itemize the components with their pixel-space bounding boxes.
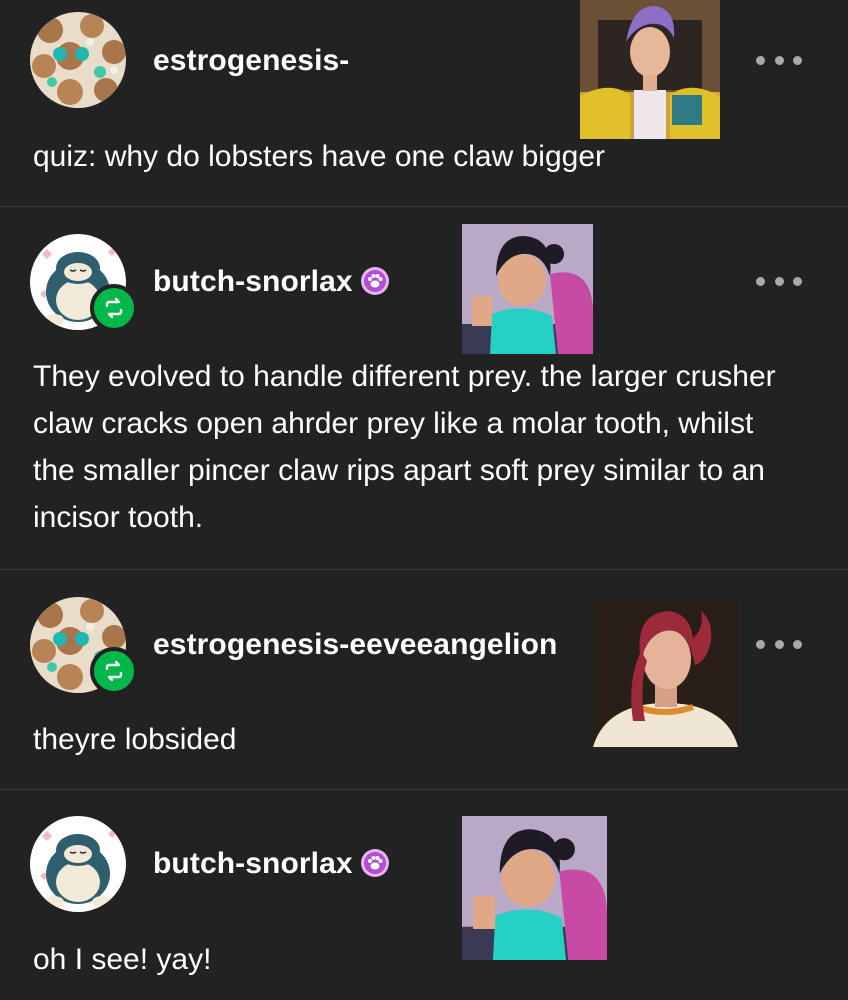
paw-badge[interactable] bbox=[360, 849, 389, 878]
username-text[interactable]: butch-snorlax bbox=[153, 847, 353, 880]
username[interactable]: estrogenesis- bbox=[153, 44, 349, 78]
dot bbox=[774, 639, 784, 649]
dot bbox=[756, 55, 765, 65]
post-text: quiz: why do lobsters have one claw bigg… bbox=[33, 140, 605, 173]
reblog-thread: estrogenesis- quiz: why do lobsters have… bbox=[0, 0, 848, 1000]
reblog-icon bbox=[105, 660, 123, 682]
post-1: estrogenesis- quiz: why do lobsters have… bbox=[0, 0, 848, 207]
more-horizontal-icon[interactable] bbox=[756, 632, 802, 656]
paw-icon bbox=[363, 270, 386, 293]
post-2: butch-snorlax They evolved to handle dif… bbox=[0, 207, 848, 570]
dot bbox=[793, 55, 802, 65]
avatar-wrap[interactable] bbox=[30, 12, 126, 108]
username[interactable]: butch-snorlax bbox=[153, 265, 389, 299]
post-4: butch-snorlax oh I see! yay! bbox=[0, 790, 848, 1000]
dot bbox=[756, 276, 765, 286]
snorlax-avatar[interactable] bbox=[30, 816, 126, 912]
username[interactable]: butch-snorlax bbox=[153, 847, 389, 881]
reblog-badge bbox=[90, 284, 138, 332]
reblog-icon bbox=[105, 297, 123, 319]
post-text: theyre lobsided bbox=[33, 723, 237, 756]
dark-hair-character-sticker bbox=[462, 224, 593, 354]
paw-badge[interactable] bbox=[360, 267, 389, 296]
post-text: They evolved to handle different prey. t… bbox=[33, 360, 776, 534]
avatar-wrap[interactable] bbox=[30, 597, 138, 695]
reblog-badge bbox=[90, 647, 138, 695]
dot bbox=[793, 639, 802, 649]
more-horizontal-icon[interactable] bbox=[756, 269, 802, 293]
avatar-wrap[interactable] bbox=[30, 234, 138, 332]
purple-hair-character-sticker bbox=[580, 0, 720, 139]
avatar-wrap[interactable] bbox=[30, 816, 126, 912]
dot bbox=[774, 276, 784, 286]
paw-icon bbox=[363, 852, 386, 875]
username[interactable]: estrogenesis-eeveeangelion bbox=[153, 628, 557, 662]
eevee-pattern-avatar[interactable] bbox=[30, 12, 126, 108]
post-text: oh I see! yay! bbox=[33, 943, 212, 976]
post-3: estrogenesis-eeveeangelion theyre lobsid… bbox=[0, 570, 848, 790]
more-horizontal-icon[interactable] bbox=[756, 48, 802, 72]
username-text[interactable]: butch-snorlax bbox=[153, 265, 353, 298]
dot bbox=[774, 55, 784, 65]
dot bbox=[793, 276, 802, 286]
dot bbox=[756, 639, 765, 649]
